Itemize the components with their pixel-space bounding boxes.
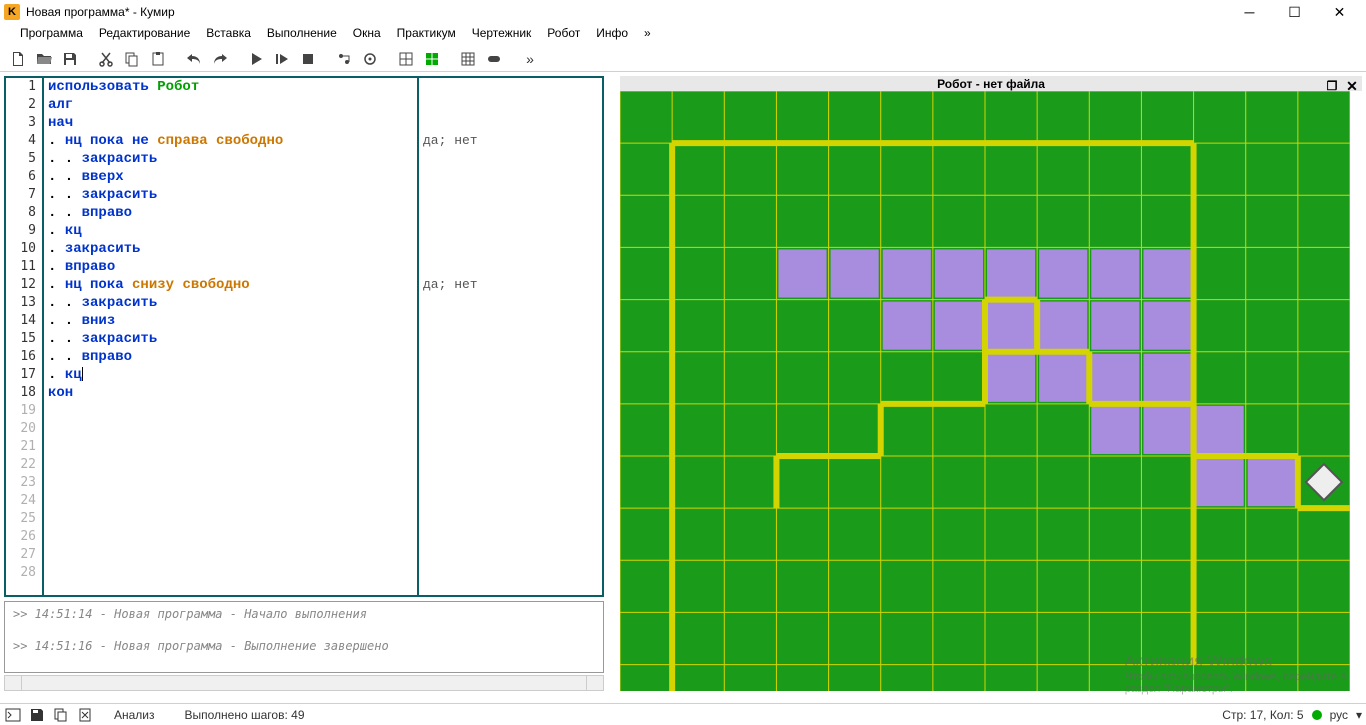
status-icon-terminal[interactable] (4, 706, 22, 724)
margin-annotation (423, 312, 598, 330)
margin-annotation (423, 114, 598, 132)
code-line[interactable]: . нц пока снизу свободно (48, 276, 413, 294)
code-area[interactable]: использовать Роботалгнач. нц пока не спр… (44, 78, 602, 595)
margin-annotation (423, 78, 598, 96)
menu-item[interactable]: Вставка (198, 24, 259, 46)
menu-item[interactable]: Окна (345, 24, 389, 46)
status-steps: Выполнено шагов: 49 (185, 708, 305, 722)
window-title: Новая программа* - Кумир (26, 5, 1227, 19)
code-line[interactable]: . . закрасить (48, 150, 413, 168)
undo-icon[interactable] (182, 48, 206, 70)
redo-icon[interactable] (208, 48, 232, 70)
margin-annotation (423, 366, 598, 384)
robot-header: Робот - нет файла ❐ ✕ (620, 76, 1362, 91)
margin-annotation (423, 96, 598, 114)
margin-annotation (423, 240, 598, 258)
menu-item[interactable]: » (636, 24, 659, 46)
open-file-icon[interactable] (32, 48, 56, 70)
grid-icon-1[interactable] (394, 48, 418, 70)
minimize-button[interactable]: ─ (1227, 0, 1272, 24)
code-line[interactable]: . кц (48, 366, 413, 384)
code-line[interactable]: кон (48, 384, 413, 402)
titlebar: K Новая программа* - Кумир ─ ☐ ✕ (0, 0, 1366, 24)
menu-item[interactable]: Выполнение (259, 24, 345, 46)
margin-annotation (423, 384, 598, 402)
window-controls: ─ ☐ ✕ (1227, 0, 1362, 24)
new-file-icon[interactable] (6, 48, 30, 70)
copy-icon[interactable] (120, 48, 144, 70)
code-line[interactable]: . . закрасить (48, 186, 413, 204)
code-line[interactable]: . . вправо (48, 348, 413, 366)
paste-icon[interactable] (146, 48, 170, 70)
margin-annotation (423, 186, 598, 204)
robot-canvas[interactable] (620, 91, 1362, 691)
margin-annotation (423, 204, 598, 222)
code-line[interactable]: . . закрасить (48, 330, 413, 348)
menu-item[interactable]: Инфо (588, 24, 636, 46)
grid-icon-3[interactable] (456, 48, 480, 70)
language-indicator[interactable]: рус (1330, 708, 1348, 722)
save-file-icon[interactable] (58, 48, 82, 70)
menu-item[interactable]: Практикум (389, 24, 464, 46)
toolbar: » (0, 46, 1366, 72)
editor-pane: 1234567891011121314151617181920212223242… (0, 72, 608, 695)
console-line (13, 622, 595, 638)
code-line[interactable]: алг (48, 96, 413, 114)
code-line[interactable]: . вправо (48, 258, 413, 276)
margin-annotation (423, 222, 598, 240)
statusbar: Анализ Выполнено шагов: 49 Стр: 17, Кол:… (0, 703, 1366, 725)
output-console[interactable]: >> 14:51:14 - Новая программа - Начало в… (4, 601, 604, 673)
code-line[interactable]: использовать Робот (48, 78, 413, 96)
run-icon[interactable] (244, 48, 268, 70)
step-icon[interactable] (270, 48, 294, 70)
cut-icon[interactable] (94, 48, 118, 70)
margin-annotation (423, 168, 598, 186)
margin-annotation (423, 258, 598, 276)
menu-item[interactable]: Чертежник (464, 24, 540, 46)
horizontal-scrollbar[interactable] (4, 675, 604, 691)
stop-icon[interactable] (296, 48, 320, 70)
menu-item[interactable]: Программа (12, 24, 91, 46)
tool-icon-1[interactable] (332, 48, 356, 70)
code-line[interactable]: . . вверх (48, 168, 413, 186)
margin-annotation (423, 294, 598, 312)
menubar: ПрограммаРедактированиеВставкаВыполнение… (0, 24, 1366, 46)
cursor-position: Стр: 17, Кол: 5 (1222, 708, 1303, 722)
margin-annotation: да; нет (423, 276, 598, 294)
console-line: >> 14:51:14 - Новая программа - Начало в… (13, 606, 595, 622)
code-line[interactable]: . . вниз (48, 312, 413, 330)
menu-item[interactable]: Редактирование (91, 24, 198, 46)
close-button[interactable]: ✕ (1317, 0, 1362, 24)
tool-icon-2[interactable] (358, 48, 382, 70)
margin-annotation (423, 348, 598, 366)
status-analysis: Анализ (114, 708, 155, 722)
robot-pane: Робот - нет файла ❐ ✕ (608, 72, 1366, 695)
margin-annotation: да; нет (423, 132, 598, 150)
menu-item[interactable]: Робот (539, 24, 588, 46)
code-line[interactable]: нач (48, 114, 413, 132)
status-icon-copy[interactable] (52, 706, 70, 724)
console-line: >> 14:51:16 - Новая программа - Выполнен… (13, 638, 595, 654)
margin-annotation (423, 150, 598, 168)
grid-icon-2[interactable] (420, 48, 444, 70)
status-indicator-icon (1312, 710, 1322, 720)
status-icon-clear[interactable] (76, 706, 94, 724)
maximize-button[interactable]: ☐ (1272, 0, 1317, 24)
code-line[interactable]: . кц (48, 222, 413, 240)
overflow-icon[interactable]: » (518, 48, 542, 70)
code-line[interactable]: . закрасить (48, 240, 413, 258)
code-line[interactable]: . нц пока не справа свободно (48, 132, 413, 150)
controller-icon[interactable] (482, 48, 506, 70)
margin-annotation (423, 330, 598, 348)
robot-title: Робот - нет файла (937, 77, 1045, 91)
chevron-down-icon[interactable]: ▾ (1356, 708, 1362, 722)
code-line[interactable]: . . вправо (48, 204, 413, 222)
app-icon: K (4, 4, 20, 20)
margin-column: да; нет да; нет (417, 78, 602, 595)
status-icon-save[interactable] (28, 706, 46, 724)
code-line[interactable]: . . закрасить (48, 294, 413, 312)
line-gutter: 1234567891011121314151617181920212223242… (6, 78, 44, 595)
